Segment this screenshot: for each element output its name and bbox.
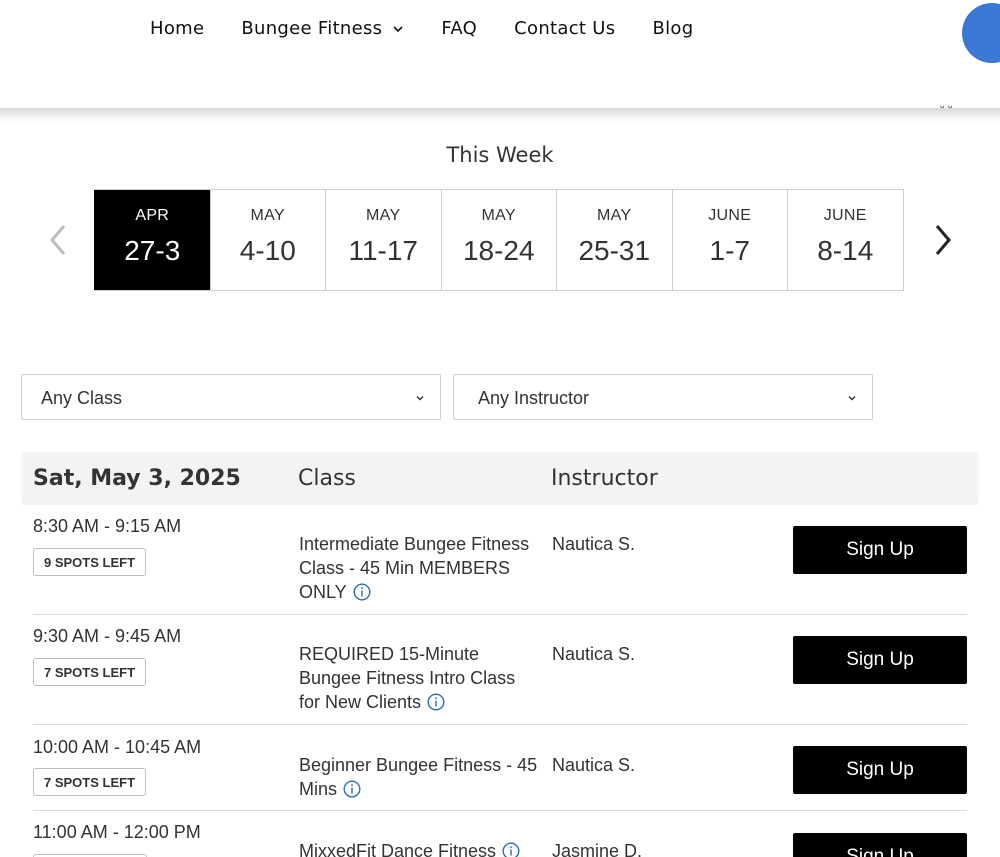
site-header: Home Bungee Fitness FAQ Contact Us Blog [0, 0, 1000, 108]
class-name[interactable]: MixxedFit Dance Fitness [299, 839, 539, 857]
spots-badge: 7 SPOTS LEFT [33, 768, 147, 796]
class-time: 9:30 AM - 9:45 AM [33, 626, 182, 646]
week-month: MAY [250, 207, 285, 224]
class-name-text: Beginner Bungee Fitness - 45 Mins [299, 755, 538, 799]
chevron-down-icon [848, 396, 856, 401]
week-apr-27-3[interactable]: APR 27-3 [94, 190, 210, 290]
week-range: 27-3 [124, 235, 181, 266]
week-range: 18-24 [462, 235, 535, 266]
class-filter-select[interactable]: Any Class [21, 374, 441, 420]
week-month: JUNE [708, 207, 752, 224]
class-filter-value: Any Class [41, 388, 123, 408]
week-title: This Week [446, 143, 554, 167]
info-circle-icon[interactable] [343, 780, 361, 798]
header-shadow [0, 108, 1000, 124]
table-row: 8:30 AM - 9:15 AM 9 SPOTS LEFT Intermedi… [33, 505, 967, 615]
info-circle-icon[interactable] [427, 693, 445, 711]
week-june-8-14[interactable]: JUNE 8-14 [787, 190, 903, 290]
chat-button[interactable] [962, 3, 1000, 63]
table-row: 11:00 AM - 12:00 PM MixxedFit Dance Fitn… [33, 811, 967, 857]
schedule-header: Sat, May 3, 2025 Class Instructor [21, 452, 979, 505]
column-instructor: Instructor [551, 466, 658, 491]
chevron-down-icon [393, 25, 403, 32]
week-month: MAY [481, 207, 516, 224]
week-range: 11-17 [348, 235, 419, 266]
week-month: MAY [366, 207, 401, 224]
class-name[interactable]: REQUIRED 15-Minute Bungee Fitness Intro … [299, 642, 539, 714]
instructor-name: Nautica S. [552, 644, 636, 664]
nav-faq[interactable]: FAQ [441, 18, 477, 39]
class-name[interactable]: Beginner Bungee Fitness - 45 Mins [299, 753, 539, 801]
week-month: MAY [597, 207, 632, 224]
column-class: Class [298, 466, 356, 491]
corner-glyph: ᵕ ᵕ [940, 100, 953, 114]
sign-up-button[interactable]: Sign Up [793, 746, 967, 794]
main-nav: Home Bungee Fitness FAQ Contact Us Blog [150, 18, 730, 39]
chevron-right-icon[interactable] [928, 220, 958, 260]
nav-blog-label: Blog [652, 18, 694, 39]
chevron-left-icon[interactable] [44, 220, 74, 260]
spots-badge: 7 SPOTS LEFT [33, 658, 147, 686]
week-month: APR [135, 207, 170, 224]
info-circle-icon[interactable] [502, 842, 520, 857]
week-range: 8-14 [817, 235, 874, 266]
info-circle-icon[interactable] [353, 583, 371, 601]
nav-home[interactable]: Home [150, 18, 204, 39]
week-may-25-31[interactable]: MAY 25-31 [556, 190, 672, 290]
sign-up-button[interactable]: Sign Up [793, 636, 967, 684]
week-month: JUNE [823, 207, 867, 224]
nav-blog[interactable]: Blog [652, 18, 693, 39]
nav-bungee-fitness-label: Bungee Fitness [241, 18, 383, 39]
week-may-4-10[interactable]: MAY 4-10 [209, 190, 325, 290]
nav-home-label: Home [150, 18, 205, 39]
class-time: 10:00 AM - 10:45 AM [33, 737, 202, 757]
nav-faq-label: FAQ [441, 18, 478, 39]
instructor-filter-value: Any Instructor [478, 388, 590, 408]
nav-contact-us-label: Contact Us [514, 18, 616, 39]
sign-up-button[interactable]: Sign Up [793, 833, 967, 857]
class-time: 11:00 AM - 12:00 PM [33, 822, 201, 842]
nav-bungee-fitness[interactable]: Bungee Fitness [241, 18, 404, 39]
spots-badge: 9 SPOTS LEFT [33, 548, 147, 576]
week-may-18-24[interactable]: MAY 18-24 [440, 190, 556, 290]
week-selector: APR 27-3 MAY 4-10 MAY 11-17 MAY 18-24 MA… [94, 189, 904, 291]
table-row: 10:00 AM - 10:45 AM 7 SPOTS LEFT Beginne… [33, 725, 967, 811]
week-may-11-17[interactable]: MAY 11-17 [325, 190, 441, 290]
nav-contact-us[interactable]: Contact Us [514, 18, 615, 39]
chevron-down-icon [416, 396, 424, 401]
week-range: 4-10 [239, 235, 296, 266]
sign-up-button[interactable]: Sign Up [793, 526, 967, 574]
class-name-text: MixxedFit Dance Fitness [299, 841, 497, 857]
class-name-text: Intermediate Bungee Fitness Class - 45 M… [299, 534, 530, 602]
instructor-name: Nautica S. [552, 534, 636, 554]
class-time: 8:30 AM - 9:15 AM [33, 516, 182, 536]
week-range: 1-7 [709, 235, 750, 266]
instructor-name: Nautica S. [552, 755, 636, 775]
week-june-1-7[interactable]: JUNE 1-7 [671, 190, 787, 290]
instructor-name: Jasmine D. [552, 841, 643, 857]
class-name[interactable]: Intermediate Bungee Fitness Class - 45 M… [299, 532, 539, 604]
week-range: 25-31 [578, 235, 651, 266]
table-row: 9:30 AM - 9:45 AM 7 SPOTS LEFT REQUIRED … [33, 615, 967, 725]
instructor-filter-select[interactable]: Any Instructor [453, 374, 873, 420]
class-name-text: REQUIRED 15-Minute Bungee Fitness Intro … [299, 644, 516, 712]
schedule-date: Sat, May 3, 2025 [33, 466, 241, 491]
